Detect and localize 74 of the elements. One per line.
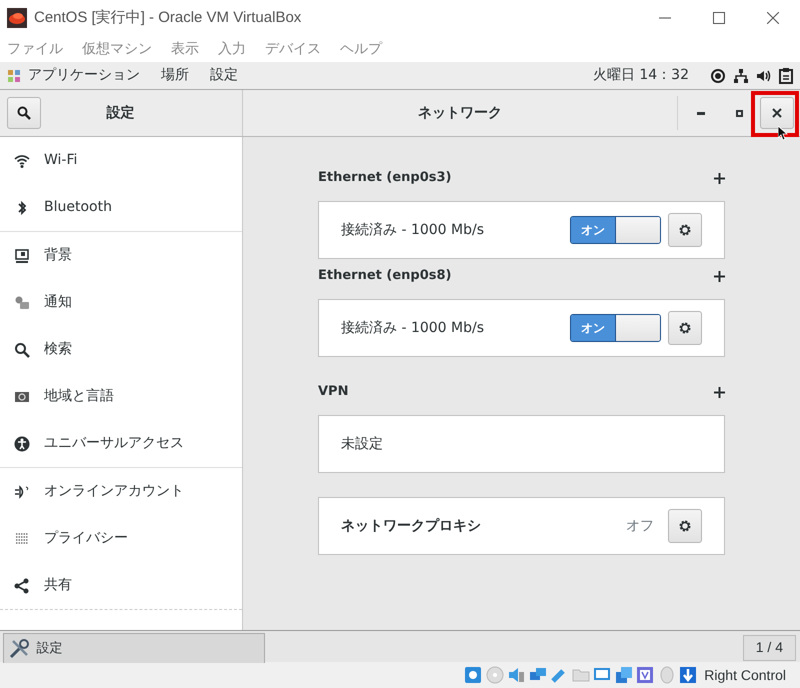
section-title: Ethernet (enp0s8) <box>318 267 452 286</box>
sidebar-item[interactable]: 通知 <box>0 279 242 326</box>
cursor-icon <box>778 126 788 140</box>
sidebar-item[interactable]: プライバシー <box>0 515 242 562</box>
menu-item[interactable]: デバイス <box>265 38 321 60</box>
sidebar-item[interactable]: Wi-Fi <box>0 137 242 184</box>
connection-status: 接続済み - 1000 Mb/s <box>341 220 486 240</box>
section-title: VPN <box>318 383 348 402</box>
arrow-down-icon[interactable] <box>679 666 698 684</box>
gear-icon <box>678 321 692 335</box>
close-icon <box>767 12 779 24</box>
apps-icon <box>7 68 21 82</box>
sidebar-item[interactable]: 地域と言語 <box>0 373 242 420</box>
host-key-label: Right Control <box>704 666 786 685</box>
menu-item[interactable]: 仮想マシン <box>82 38 152 60</box>
speaker-icon <box>14 484 30 500</box>
accessibility-icon <box>14 436 30 452</box>
target-icon[interactable] <box>710 68 726 84</box>
window-title: CentOS [実行中] - Oracle VM VirtualBox <box>34 8 302 28</box>
proxy-label: ネットワークプロキシ <box>341 516 482 536</box>
app-logo-icon <box>7 8 27 28</box>
sidebar-item[interactable]: ユニバーサルアクセス <box>0 420 242 467</box>
sidebar-item[interactable]: Bluetooth <box>0 184 242 231</box>
network-icon[interactable] <box>733 68 749 84</box>
grid-icon <box>14 530 30 546</box>
menu-item[interactable]: ファイル <box>7 38 63 60</box>
add-button[interactable] <box>714 270 725 282</box>
windows-icon[interactable] <box>614 666 633 684</box>
sidebar-item[interactable]: 検索 <box>0 326 242 373</box>
settings-menu[interactable]: 設定 <box>210 65 593 86</box>
connection-status: 接続済み - 1000 Mb/s <box>341 318 486 338</box>
notification-icon <box>14 294 30 310</box>
applications-menu[interactable]: アプリケーション <box>28 65 140 86</box>
chip-icon[interactable] <box>636 666 654 684</box>
search-icon <box>17 106 31 120</box>
monitor-icon <box>14 248 30 264</box>
section-title: Ethernet (enp0s3) <box>318 169 452 188</box>
settings-button[interactable] <box>668 213 702 247</box>
menu-item[interactable]: 入力 <box>218 38 246 60</box>
search-button[interactable] <box>7 97 41 129</box>
add-icon <box>714 172 725 184</box>
proxy-card[interactable]: ネットワークプロキシ オフ <box>318 497 725 555</box>
clipboard-icon[interactable] <box>779 68 793 84</box>
audio-icon[interactable] <box>507 666 526 684</box>
gear-icon <box>678 519 692 533</box>
tools-icon <box>8 638 30 660</box>
sidebar-title: 設定 <box>105 104 136 122</box>
maximize-icon <box>713 12 725 24</box>
close-button[interactable] <box>760 97 794 129</box>
workspace-pager[interactable]: 1 / 4 <box>742 634 796 660</box>
menu-item[interactable]: ヘルプ <box>340 38 382 60</box>
taskbar-item[interactable]: 設定 <box>3 633 265 663</box>
empty-label: 未設定 <box>341 434 383 454</box>
gear-icon <box>678 223 692 237</box>
sidebar-item[interactable]: 背景 <box>0 232 242 279</box>
settings-button[interactable] <box>668 311 702 345</box>
proxy-status: オフ <box>626 516 654 536</box>
add-button[interactable] <box>714 172 725 184</box>
settings-button[interactable] <box>668 509 702 543</box>
sidebar-item[interactable]: 共有 <box>0 562 242 609</box>
page-title: ネットワーク <box>417 104 503 122</box>
clock[interactable]: 火曜日 14：32 <box>592 65 689 86</box>
minimize-icon <box>697 112 705 114</box>
places-menu[interactable]: 場所 <box>161 65 189 86</box>
add-button[interactable] <box>714 386 725 398</box>
close-icon <box>772 108 782 118</box>
maximize-icon <box>736 110 742 116</box>
menu-item[interactable]: 表示 <box>171 38 199 60</box>
add-icon <box>714 270 725 282</box>
share-icon <box>14 578 30 594</box>
search-icon <box>14 342 30 358</box>
add-icon <box>714 386 725 398</box>
sidebar-item[interactable]: オンラインアカウント <box>0 468 242 515</box>
wifi-icon <box>14 152 30 168</box>
